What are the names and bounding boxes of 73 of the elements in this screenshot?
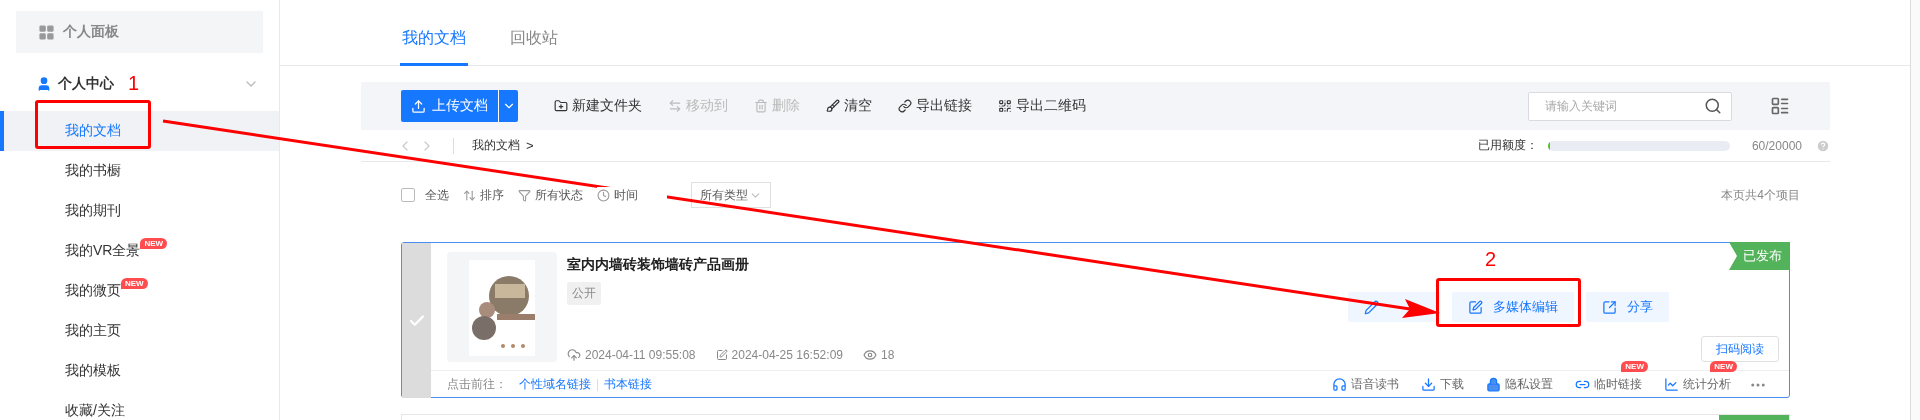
sort-button[interactable]: 排序: [463, 186, 504, 204]
tab[interactable]: 我的文档: [400, 28, 468, 66]
time-filter[interactable]: 时间: [597, 186, 667, 204]
grid-icon: [38, 23, 55, 41]
annotation-number: 1: [128, 72, 140, 95]
sidebar-item[interactable]: 我的文档: [0, 111, 279, 151]
sidebar-item[interactable]: 我的主页: [0, 311, 279, 351]
tab[interactable]: 回收站: [508, 28, 560, 66]
sidebar-item[interactable]: 我的模板: [0, 351, 279, 391]
visibility-tag: 公开: [567, 282, 601, 305]
link[interactable]: 个性域名链接: [519, 376, 591, 393]
folder-plus-icon: [554, 99, 568, 113]
new-badge: NEW: [1710, 361, 1737, 372]
select-all-checkbox[interactable]: 全选: [401, 186, 449, 204]
share-icon: [1602, 299, 1617, 315]
footer-action[interactable]: 下载: [1421, 376, 1464, 393]
lock-icon: [1486, 377, 1501, 392]
footer-action[interactable]: 语音读书: [1332, 376, 1399, 393]
status-badge: 已发布: [1729, 242, 1790, 270]
sidebar-item[interactable]: 我的期刊: [0, 191, 279, 231]
edit-square-icon: [715, 349, 728, 361]
new-badge: NEW: [121, 277, 148, 289]
action-button[interactable]: 分享: [1586, 292, 1669, 322]
section-header[interactable]: 个人中心: [58, 75, 114, 93]
user-icon: [36, 76, 52, 92]
cloud-upload-icon: [567, 348, 581, 362]
status-filter[interactable]: 所有状态: [518, 186, 583, 204]
item-count: 本页共4个项目: [1721, 186, 1800, 204]
sidebar-item[interactable]: 我的书橱: [0, 151, 279, 191]
sidebar-item[interactable]: 我的微页 NEW: [0, 271, 279, 311]
trash-icon: [754, 99, 768, 113]
sidebar-item[interactable]: 我的VR全景 NEW: [0, 231, 279, 271]
pencil-icon: [1364, 299, 1379, 315]
breadcrumb-separator: >: [526, 138, 534, 153]
new-badge: NEW: [1621, 361, 1648, 372]
link[interactable]: 书本链接: [604, 376, 652, 393]
footer-action[interactable]: 隐私设置: [1486, 376, 1553, 393]
list-view-icon[interactable]: [1770, 96, 1790, 116]
clock-icon: [597, 188, 610, 202]
annotation-number: 2: [1485, 248, 1497, 271]
type-select[interactable]: 所有类型: [691, 182, 771, 208]
swap-arrows-icon: [668, 99, 682, 113]
line-chart-icon: [1664, 377, 1679, 392]
new-badge: NEW: [140, 237, 168, 249]
view-count: 18: [863, 348, 895, 362]
toolbar-button[interactable]: 清空: [826, 97, 872, 115]
quota-label: 已用额度：: [1477, 137, 1538, 154]
sidebar-item[interactable]: 收藏/关注: [0, 391, 279, 420]
upload-icon: [411, 98, 426, 114]
breadcrumb-item[interactable]: 我的文档: [472, 137, 520, 154]
edit-square-icon: [1468, 299, 1483, 315]
sort-icon: [463, 188, 476, 202]
goto-label: 点击前往：: [447, 376, 507, 393]
filter-icon: [518, 188, 531, 202]
qr-code-icon: [998, 99, 1012, 113]
toolbar-button[interactable]: 导出链接: [898, 97, 972, 115]
scan-button[interactable]: 扫码阅读: [1701, 336, 1779, 362]
link-icon: [898, 99, 912, 113]
modified-time: 2024-04-25 16:52:09: [715, 348, 843, 362]
quota-reading: 60/20000: [1751, 138, 1802, 153]
document-title[interactable]: 室内内墙砖装饰墙砖产品画册: [567, 256, 1338, 274]
search-icon[interactable]: [1704, 96, 1722, 115]
brush-icon: [826, 99, 840, 113]
toolbar-button[interactable]: 导出二维码: [998, 97, 1086, 115]
search-field[interactable]: 请输入关键词: [1528, 91, 1732, 121]
toolbar-button[interactable]: 新建文件夹: [554, 97, 642, 115]
eye-icon: [863, 348, 877, 362]
upload-button[interactable]: 上传文档: [401, 90, 498, 122]
action-button[interactable]: 多媒体编辑: [1452, 292, 1574, 322]
download-icon: [1421, 377, 1436, 392]
headphones-icon: [1332, 377, 1347, 392]
dropdown-button[interactable]: [498, 90, 518, 122]
upload-time: 2024-04-11 09:55:08: [567, 348, 696, 362]
